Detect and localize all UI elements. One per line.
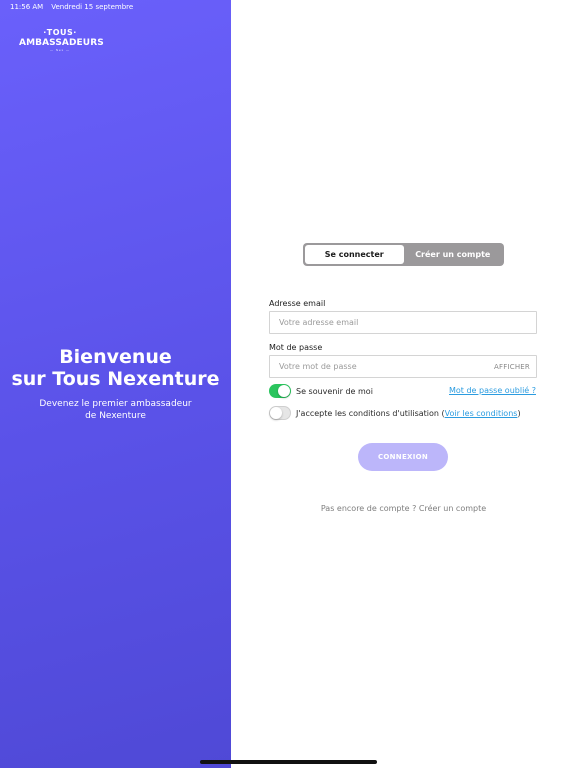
forgot-password-link[interactable]: Mot de passe oublié ? (449, 386, 536, 395)
remember-me-label: Se souvenir de moi (296, 387, 373, 396)
terms-link[interactable]: Voir les conditions (445, 409, 518, 418)
remember-me-toggle[interactable] (269, 384, 291, 398)
terms-label: J'accepte les conditions d'utilisation (… (296, 409, 521, 418)
status-date: Vendredi 15 septembre (51, 3, 134, 11)
auth-tab-switcher: Se connecter Créer un compte (303, 243, 504, 266)
password-field[interactable]: Votre mot de passe AFFICHER (269, 355, 537, 378)
app-logo: ·TOUS· AMBASSADEURS — Nex — (19, 28, 104, 53)
status-bar: 11:56 AM Vendredi 15 septembre (10, 3, 133, 11)
welcome-title-line1: Bienvenue (59, 346, 172, 368)
email-field[interactable]: Votre adresse email (269, 311, 537, 334)
tab-login[interactable]: Se connecter (305, 245, 404, 264)
welcome-subtitle-line2: de Nexenture (85, 411, 146, 421)
brand-panel: 11:56 AM Vendredi 15 septembre ·TOUS· AMB… (0, 0, 231, 768)
signup-prompt[interactable]: Pas encore de compte ? Créer un compte (231, 504, 576, 513)
welcome-title-line2: sur Tous Nexenture (11, 368, 220, 390)
terms-toggle[interactable] (269, 406, 291, 420)
toggle-knob (270, 407, 282, 419)
toggle-knob (278, 385, 290, 397)
logo-main-text: AMBASSADEURS (19, 38, 104, 48)
email-label: Adresse email (269, 299, 326, 308)
password-label: Mot de passe (269, 343, 323, 352)
status-time: 11:56 AM (10, 3, 44, 11)
show-password-button[interactable]: AFFICHER (494, 356, 530, 377)
login-button[interactable]: CONNEXION (358, 443, 448, 471)
password-placeholder: Votre mot de passe (279, 362, 357, 371)
tab-signup[interactable]: Créer un compte (404, 245, 503, 264)
welcome-subtitle-line1: Devenez le premier ambassadeur (39, 399, 192, 409)
logo-sub-text: — Nex — (49, 48, 71, 52)
home-indicator (200, 760, 377, 764)
welcome-subtitle: Devenez le premier ambassadeur de Nexent… (0, 398, 231, 422)
logo-top-text: ·TOUS· (43, 28, 77, 37)
welcome-title: Bienvenue sur Tous Nexenture (0, 346, 231, 390)
email-placeholder: Votre adresse email (279, 318, 359, 327)
